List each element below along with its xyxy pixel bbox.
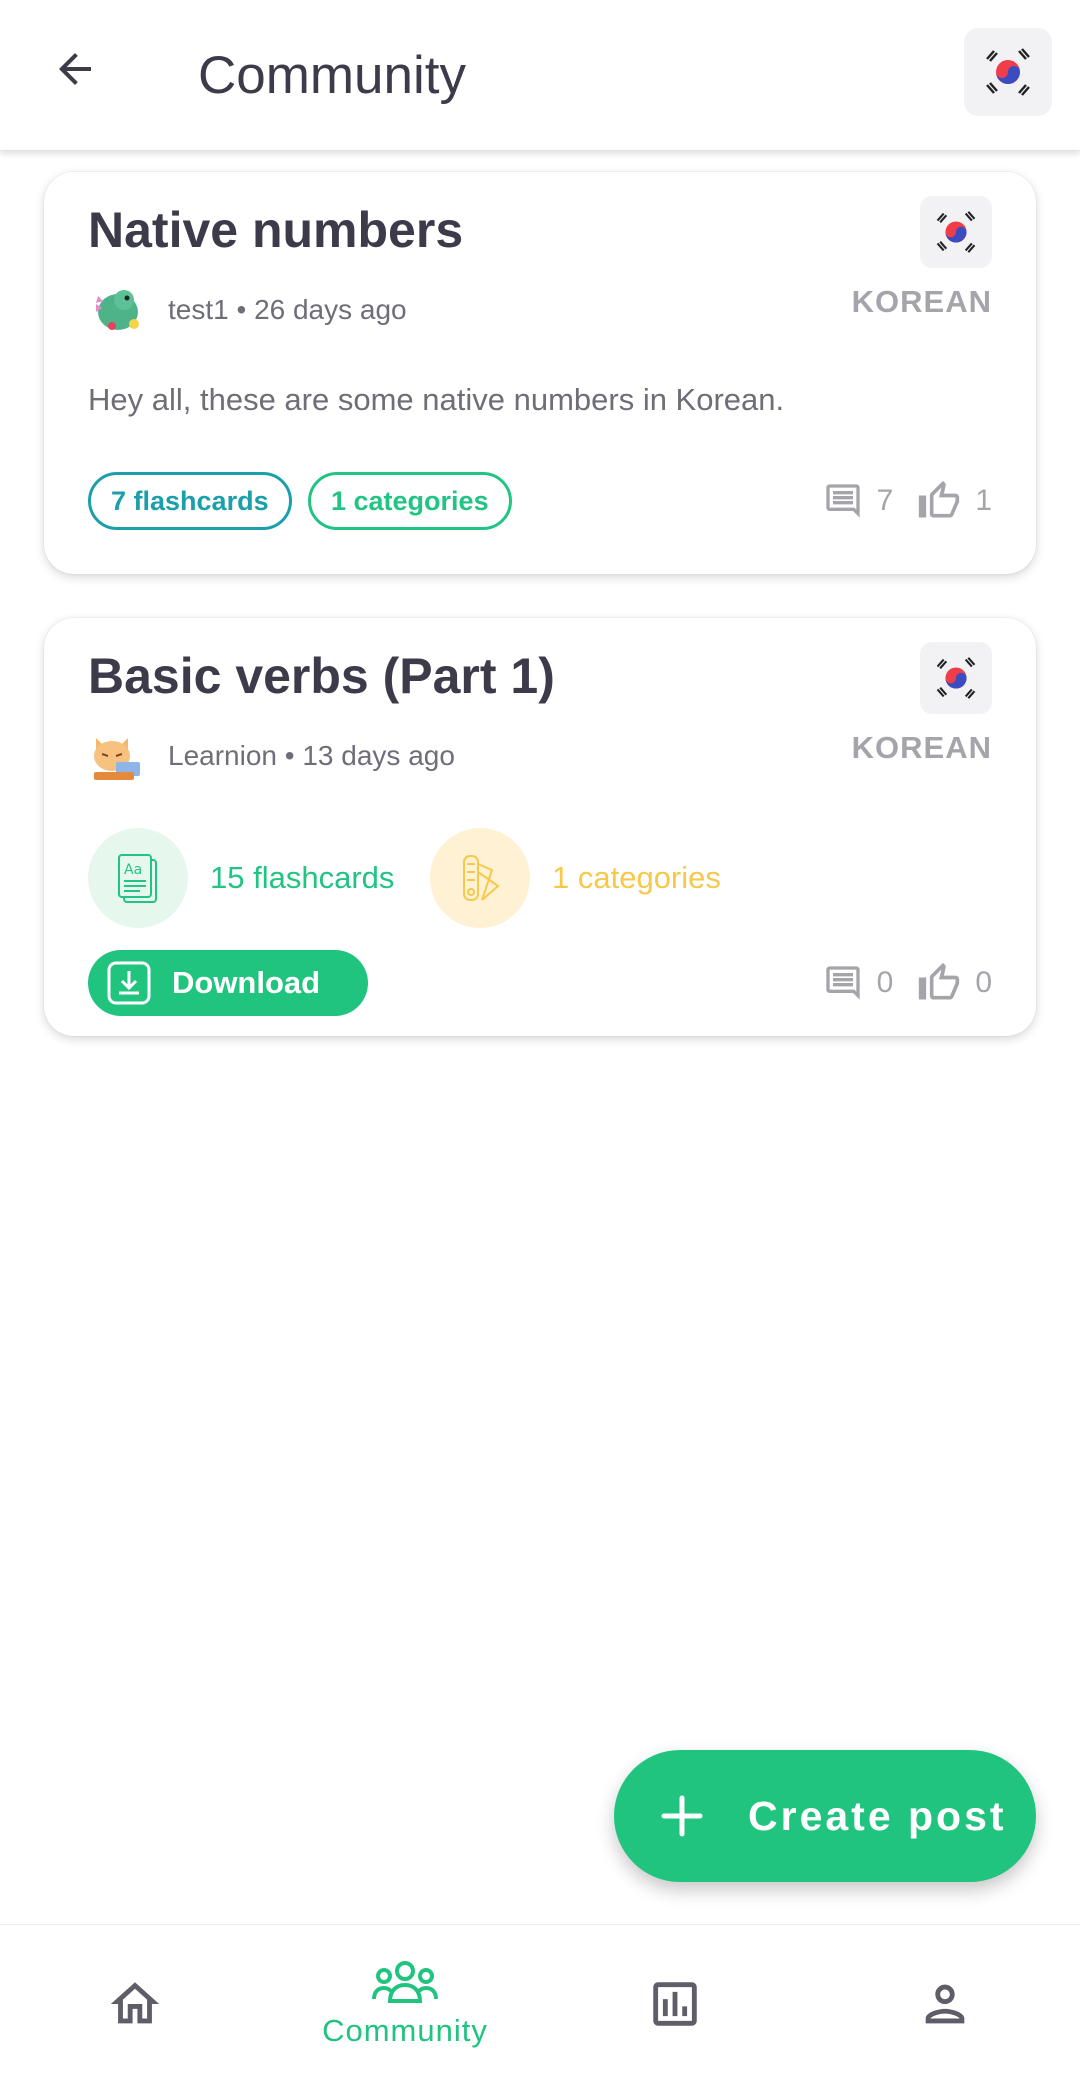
post-description: Hey all, these are some native numbers i…: [88, 382, 785, 417]
post-stats: 0 0: [823, 958, 992, 1008]
nav-item-profile[interactable]: [810, 1925, 1080, 2082]
flashcards-icon: Aa: [118, 854, 157, 903]
comment-count: 7: [876, 484, 894, 517]
categories-label: 1 categories: [552, 860, 721, 895]
language-flag-button[interactable]: [964, 28, 1052, 116]
categories-pill[interactable]: 1 categories: [308, 472, 512, 530]
home-icon: [110, 1981, 160, 2023]
color-swatch-icon: [463, 855, 500, 901]
arrow-left-icon: [59, 53, 91, 85]
post-flag: [920, 196, 992, 268]
flashcards-circle: Aa: [88, 828, 188, 928]
post-flag: [920, 642, 992, 714]
korea-flag-icon: [986, 48, 1030, 96]
community-icon: [372, 1960, 438, 2003]
stats-icon: [653, 1981, 697, 2026]
post-title: Basic verbs (Part 1): [88, 648, 555, 704]
author-row: Learnion • 13 days ago: [88, 728, 455, 784]
post-card[interactable]: Native numbers KOREAN test1 • 26 days ag…: [44, 172, 1036, 574]
download-button[interactable]: Download: [88, 950, 368, 1016]
author-meta: test1 • 26 days ago: [168, 294, 407, 325]
post-stats: 7 1: [823, 476, 992, 526]
like-count: 1: [975, 484, 992, 517]
cat-avatar-icon: [94, 738, 140, 780]
comment-count: 0: [876, 966, 894, 999]
language-label: KOREAN: [851, 284, 992, 319]
post-title: Native numbers: [88, 202, 464, 258]
profile-icon: [925, 1984, 965, 2023]
nav-item-stats[interactable]: [540, 1925, 810, 2082]
page-title: Community: [198, 46, 467, 105]
dinosaur-avatar-icon: [96, 290, 139, 330]
author-meta: Learnion • 13 days ago: [168, 740, 455, 771]
bottom-navigation: Community: [0, 1924, 1080, 2081]
post-card[interactable]: Basic verbs (Part 1) KOREAN Learnion • 1…: [44, 618, 1036, 1036]
language-label: KOREAN: [851, 730, 992, 765]
app-bar: Community: [0, 0, 1080, 151]
like-count: 0: [975, 966, 992, 999]
create-post-label: Create post: [748, 1792, 1007, 1839]
create-post-button[interactable]: Create post: [614, 1750, 1036, 1882]
download-label: Download: [172, 965, 321, 1000]
flashcards-label: 15 flashcards: [210, 860, 395, 895]
thumbs-up-icon[interactable]: [917, 479, 961, 523]
flashcards-stat[interactable]: Aa 15 flashcards: [88, 828, 394, 928]
author-row: test1 • 26 days ago: [88, 282, 407, 338]
nav-item-community[interactable]: Community: [270, 1925, 540, 2082]
flashcards-pill[interactable]: 7 flashcards: [88, 472, 292, 530]
nav-item-home[interactable]: [0, 1925, 270, 2082]
korea-flag-icon: [936, 657, 976, 699]
comment-icon[interactable]: [823, 963, 863, 1003]
thumbs-up-icon[interactable]: [917, 961, 961, 1005]
categories-stat[interactable]: 1 categories: [430, 828, 721, 928]
svg-text:Aa: Aa: [124, 862, 142, 878]
back-button[interactable]: [40, 34, 110, 104]
nav-label-community: Community: [322, 2012, 488, 2048]
categories-circle: [430, 828, 530, 928]
download-icon: [106, 960, 152, 1006]
comment-icon[interactable]: [823, 481, 863, 521]
korea-flag-icon: [936, 211, 976, 253]
plus-icon: [658, 1792, 706, 1840]
